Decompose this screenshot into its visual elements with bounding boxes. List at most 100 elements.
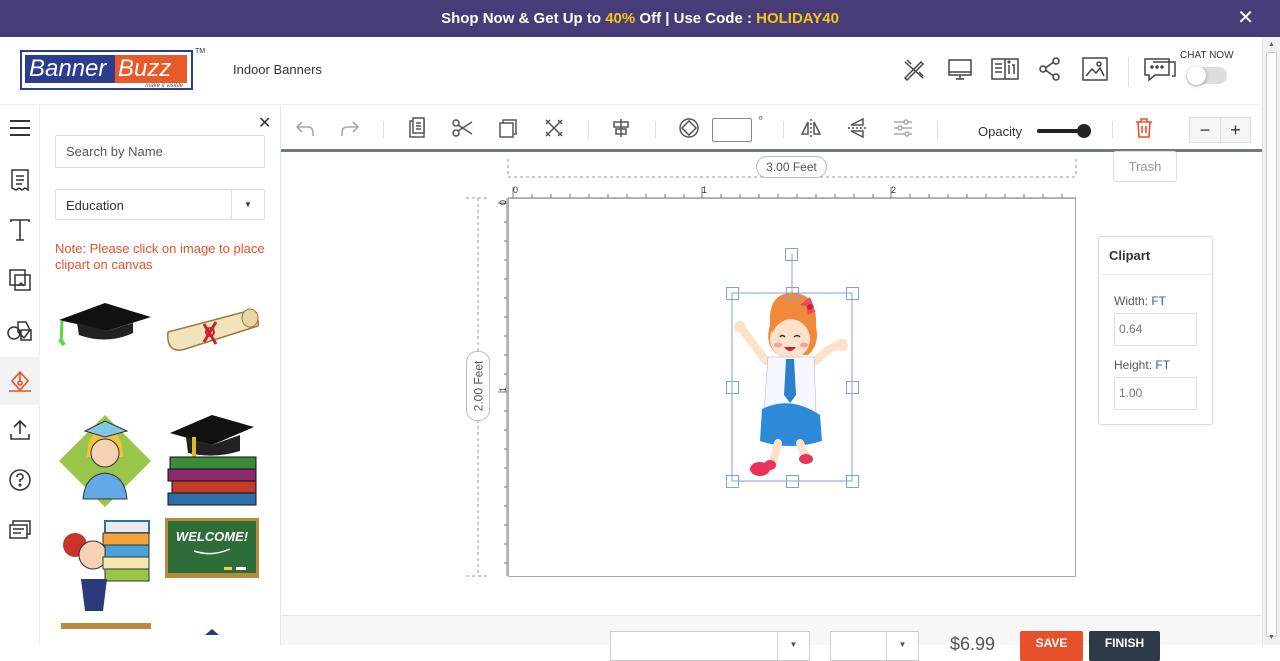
trash-tooltip: Trash (1113, 151, 1177, 182)
clipart-search-input[interactable] (55, 135, 265, 168)
clipart-partial-item[interactable] (205, 622, 219, 635)
zoom-controls: − + (1189, 117, 1251, 143)
trademark: TM (195, 48, 206, 55)
chevron-down-icon[interactable]: ▼ (231, 190, 264, 219)
promo-code: HOLIDAY40 (756, 10, 839, 27)
design-tools-icon[interactable] (899, 54, 929, 84)
promo-close-icon[interactable]: ✕ (1237, 8, 1254, 28)
logo-banner-text: Banner (25, 55, 115, 83)
width-label-text: Width: (1114, 294, 1152, 308)
duplicate-icon[interactable] (495, 115, 521, 141)
height-unit: FT (1155, 358, 1171, 372)
chat-now-label: CHAT NOW (1180, 50, 1234, 61)
bannerbuzz-logo[interactable]: Banner Buzz make it visible (20, 50, 193, 90)
share-icon[interactable] (1035, 54, 1065, 84)
width-unit: FT (1151, 294, 1167, 308)
redo-icon[interactable] (337, 115, 363, 141)
reviews-icon[interactable] (4, 514, 36, 546)
page-scrollbar[interactable]: ▲ ▼ (1262, 37, 1280, 645)
category-select[interactable]: Education ▼ (55, 189, 265, 220)
canvas-width-label: 3.00 Feet (756, 156, 827, 178)
opacity-slider[interactable] (1037, 124, 1091, 138)
paste-icon[interactable] (404, 115, 430, 141)
v-ruler-tick-0: 0 (498, 200, 508, 205)
clipart-icon[interactable] (0, 357, 40, 405)
templates-icon[interactable] (4, 164, 36, 196)
zoom-out-button[interactable]: − (1190, 118, 1220, 142)
resize-handle-tr[interactable] (846, 287, 859, 300)
clipart-graduate-girl[interactable] (57, 413, 153, 507)
promo-percent: 40% (605, 10, 636, 27)
resize-handle-tc[interactable] (786, 287, 799, 300)
undo-icon[interactable] (292, 115, 318, 141)
flip-horizontal-icon[interactable] (798, 115, 824, 141)
panel-close-icon[interactable]: ✕ (258, 113, 271, 133)
h-ruler-tick-2: 2 (891, 185, 896, 195)
size-select[interactable]: ▼ (610, 631, 810, 661)
chat-icon[interactable] (1143, 54, 1177, 84)
h-ruler-tick-1: 1 (702, 185, 707, 195)
height-label: Height: FT (1114, 358, 1170, 372)
clipart-partial-item[interactable] (61, 623, 151, 629)
resize-handle-br[interactable] (846, 475, 859, 488)
cut-icon[interactable] (450, 115, 476, 141)
width-label: Width: FT (1114, 294, 1166, 308)
finish-button[interactable]: FINISH (1089, 631, 1160, 661)
resize-handle-ml[interactable] (726, 381, 739, 394)
backgrounds-icon[interactable] (4, 264, 36, 296)
clipart-diploma-scroll[interactable] (164, 300, 260, 390)
chevron-down-icon[interactable]: ▼ (886, 632, 918, 660)
clipart-panel-title: Clipart (1099, 237, 1212, 275)
shapes-icon[interactable] (4, 314, 36, 346)
zoom-in-button[interactable]: + (1220, 118, 1250, 142)
header: Banner Buzz make it visible TM Indoor Ba… (0, 37, 1262, 105)
clipart-welcome-chalkboard[interactable]: WELCOME! (164, 517, 260, 607)
v-ruler-tick-1: 1 (498, 387, 508, 392)
chevron-down-icon[interactable]: ▼ (777, 632, 809, 660)
save-button[interactable]: SAVE (1020, 631, 1083, 661)
trash-icon[interactable] (1131, 115, 1157, 141)
scroll-thumb[interactable] (1266, 52, 1277, 637)
category-selected: Education (66, 198, 124, 213)
resize-handle-mr[interactable] (846, 381, 859, 394)
scroll-down-arrow-icon[interactable]: ▼ (1268, 634, 1275, 641)
clipart-graduation-cap[interactable] (57, 295, 153, 385)
quantity-select[interactable]: ▼ (830, 631, 919, 661)
toggle-knob (1187, 66, 1206, 85)
resize-handle-bc[interactable] (786, 475, 799, 488)
scroll-up-arrow-icon[interactable]: ▲ (1268, 41, 1275, 48)
width-input[interactable]: 0.64 (1114, 313, 1197, 346)
logo-tagline: make it visible (145, 83, 183, 89)
menu-icon[interactable] (4, 112, 36, 144)
opacity-slider-knob[interactable] (1077, 124, 1091, 138)
selected-clipart-girl[interactable] (724, 245, 862, 491)
delete-cross-icon[interactable] (541, 115, 567, 141)
chat-toggle[interactable] (1187, 66, 1227, 85)
degree-symbol: ° (758, 113, 764, 128)
clipart-properties-panel: Clipart Width: FT 0.64 Height: FT 1.00 (1098, 236, 1213, 425)
resize-handle-bl[interactable] (726, 475, 739, 488)
editor-toolbar: ° Opacity − + (281, 105, 1262, 152)
image-icon[interactable] (1080, 54, 1110, 84)
guide-book-icon[interactable] (990, 54, 1020, 84)
align-center-icon[interactable] (608, 115, 634, 141)
h-ruler-tick-0: 0 (513, 185, 518, 195)
promo-banner[interactable]: Shop Now & Get Up to 40% Off | Use Code … (0, 0, 1280, 37)
clipart-girl-with-books[interactable] (57, 517, 153, 611)
help-icon[interactable] (4, 464, 36, 496)
rotate-icon[interactable] (676, 115, 702, 141)
preview-monitor-icon[interactable] (945, 54, 975, 84)
logo-buzz-text: Buzz (115, 55, 187, 83)
canvas-height-label: 2.00 Feet (471, 360, 486, 412)
clipart-books-with-cap[interactable] (164, 413, 260, 506)
clipart-panel: ✕ Education ▼ Note: Please click on imag… (40, 105, 281, 645)
height-input[interactable]: 1.00 (1114, 377, 1197, 410)
rotation-input[interactable] (712, 118, 752, 142)
text-icon[interactable] (4, 214, 36, 246)
adjust-sliders-icon[interactable] (890, 115, 916, 141)
flip-vertical-icon[interactable] (844, 115, 870, 141)
rotate-handle[interactable] (785, 248, 798, 261)
header-divider (1128, 57, 1129, 87)
resize-handle-tl[interactable] (726, 287, 739, 300)
upload-icon[interactable] (4, 414, 36, 446)
